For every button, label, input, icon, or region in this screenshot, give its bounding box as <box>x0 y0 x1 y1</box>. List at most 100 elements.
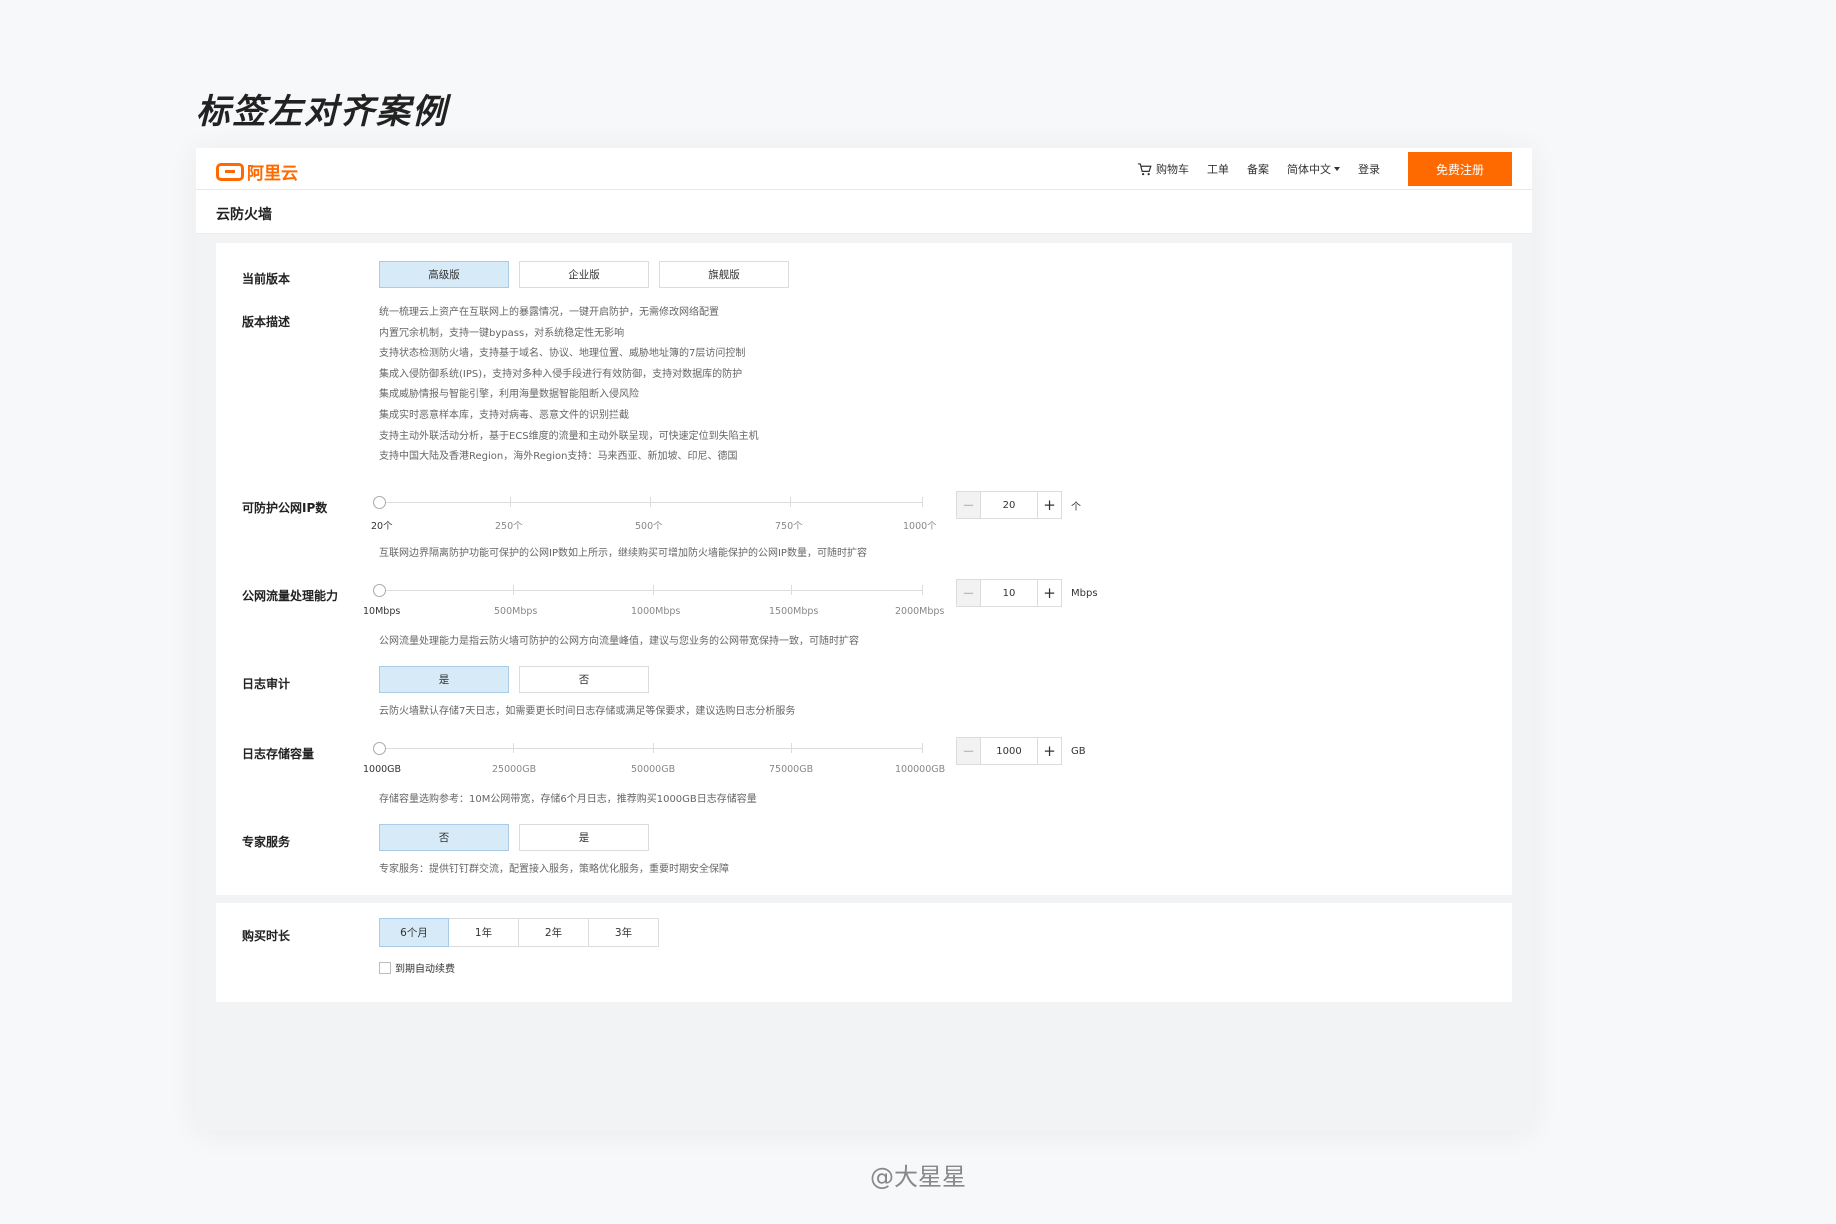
slider-tick <box>791 585 792 595</box>
watermark: @大星星 <box>870 1163 966 1191</box>
slider-tick <box>922 743 923 753</box>
public-ip-value[interactable]: 20 <box>981 492 1037 518</box>
minus-icon[interactable]: − <box>957 738 981 764</box>
nav-filing[interactable]: 备案 <box>1247 161 1269 177</box>
slider-tick <box>653 743 654 753</box>
version-option-enterprise[interactable]: 企业版 <box>519 261 649 288</box>
log-audit-option-no[interactable]: 否 <box>519 666 649 693</box>
description-line: 支持状态检测防火墙，支持基于域名、协议、地理位置、威胁地址簿的7层访问控制 <box>379 348 746 360</box>
duration-options: 6个月 1年 2年 3年 <box>379 918 659 947</box>
duration-option-2y[interactable]: 2年 <box>519 918 589 947</box>
log-audit-label: 日志审计 <box>242 677 291 691</box>
register-button[interactable]: 免费注册 <box>1408 152 1512 186</box>
chevron-down-icon <box>1334 167 1340 171</box>
slider-tick-label: 25000GB <box>492 764 537 775</box>
slider-tick <box>791 743 792 753</box>
slider-tick <box>653 585 654 595</box>
aliyun-logo[interactable]: 阿里云 <box>216 159 298 184</box>
log-storage-hint: 存储容量选购参考：10M公网带宽，存储6个月日志，推荐购买1000GB日志存储容… <box>379 794 757 805</box>
slider-tick-label: 100000GB <box>895 764 946 775</box>
duration-label: 购买时长 <box>242 929 291 943</box>
slider-track <box>379 748 923 749</box>
logo-text: 阿里云 <box>247 164 298 184</box>
cart-icon <box>1138 162 1152 175</box>
log-storage-stepper: − 1000 + GB <box>956 737 1086 765</box>
expert-label: 专家服务 <box>242 835 291 849</box>
slider-tick-label: 20个 <box>371 521 393 532</box>
duration-option-1y[interactable]: 1年 <box>449 918 519 947</box>
slider-handle[interactable] <box>373 584 386 597</box>
slider-tick <box>513 585 514 595</box>
slider-tick-label: 1000个 <box>903 521 937 532</box>
auto-renew-label: 到期自动续费 <box>395 964 455 975</box>
slider-handle[interactable] <box>373 742 386 755</box>
log-storage-label: 日志存储容量 <box>242 747 315 761</box>
nav-language-dropdown[interactable]: 简体中文 <box>1287 161 1340 177</box>
version-options: 高级版 企业版 旗舰版 <box>379 261 799 288</box>
bandwidth-value[interactable]: 10 <box>981 580 1037 606</box>
slider-tick-label: 500个 <box>635 521 663 532</box>
slider-tick-label: 1500Mbps <box>769 606 819 617</box>
description-line: 内置冗余机制，支持一键bypass，对系统稳定性无影响 <box>379 327 625 339</box>
log-audit-options: 是 否 <box>379 666 659 693</box>
nav-login[interactable]: 登录 <box>1358 161 1380 177</box>
plus-icon[interactable]: + <box>1037 738 1061 764</box>
slider-handle[interactable] <box>373 496 386 509</box>
slider-tick-label: 2000Mbps <box>895 606 945 617</box>
slider-tick <box>922 497 923 507</box>
bandwidth-stepper: − 10 + Mbps <box>956 579 1098 607</box>
slider-track <box>379 502 923 503</box>
bandwidth-slider[interactable]: 10Mbps 500Mbps 1000Mbps 1500Mbps 2000Mbp… <box>363 579 944 619</box>
description-line: 支持中国大陆及香港Region，海外Region支持：马来西亚、新加坡、印尼、德… <box>379 451 738 463</box>
plus-icon[interactable]: + <box>1037 580 1061 606</box>
bandwidth-label: 公网流量处理能力 <box>242 589 339 603</box>
bandwidth-hint: 公网流量处理能力是指云防火墙可防护的公网方向流量峰值，建议与您业务的公网带宽保持… <box>379 636 859 647</box>
public-ip-slider[interactable]: 20个 250个 500个 750个 1000个 <box>363 491 937 532</box>
expert-option-yes[interactable]: 是 <box>519 824 649 851</box>
slider-tick-label: 500Mbps <box>494 606 538 617</box>
minus-icon[interactable]: − <box>957 492 981 518</box>
slider-tick-label: 1000GB <box>363 764 402 775</box>
slider-tick <box>510 497 511 507</box>
top-navigation: 阿里云 购物车 工单 备案 简体中文 登录 免费注册 <box>196 148 1532 190</box>
public-ip-label: 可防护公网IP数 <box>242 501 328 515</box>
log-storage-value[interactable]: 1000 <box>981 738 1037 764</box>
purchase-panel: 购买时长 6个月 1年 2年 3年 到期自动续费 <box>216 903 1512 1002</box>
log-storage-slider[interactable]: 1000GB 25000GB 50000GB 75000GB 100000GB <box>363 737 945 777</box>
duration-option-3y[interactable]: 3年 <box>589 918 659 947</box>
description-line: 集成实时恶意样本库，支持对病毒、恶意文件的识别拦截 <box>379 409 629 421</box>
expert-option-no[interactable]: 否 <box>379 824 509 851</box>
nav-ticket[interactable]: 工单 <box>1207 161 1229 177</box>
log-audit-option-yes[interactable]: 是 <box>379 666 509 693</box>
bandwidth-unit: Mbps <box>1071 587 1098 599</box>
minus-icon[interactable]: − <box>957 580 981 606</box>
slider-track <box>379 590 923 591</box>
nav-cart-label: 购物车 <box>1156 163 1189 176</box>
public-ip-unit: 个 <box>1071 501 1081 513</box>
slider-tick <box>790 497 791 507</box>
logo-icon <box>216 162 244 181</box>
auto-renew-checkbox[interactable] <box>379 961 391 974</box>
version-label: 当前版本 <box>242 272 291 286</box>
auto-renew-row[interactable]: 到期自动续费 <box>379 960 455 975</box>
description-line: 集成入侵防御系统(IPS)，支持对多种入侵手段进行有效防御，支持对数据库的防护 <box>379 368 743 380</box>
slider-tick-label: 50000GB <box>631 764 676 775</box>
duration-option-6m[interactable]: 6个月 <box>379 918 449 947</box>
slider-tick-label: 250个 <box>495 521 523 532</box>
product-header: 云防火墙 <box>196 190 1532 234</box>
slider-tick-label: 10Mbps <box>363 606 401 617</box>
description-line: 集成威胁情报与智能引擎，利用海量数据智能阻断入侵风险 <box>379 389 639 401</box>
slider-tick <box>650 497 651 507</box>
plus-icon[interactable]: + <box>1037 492 1061 518</box>
nav-right: 购物车 工单 备案 简体中文 登录 免费注册 <box>1119 152 1512 186</box>
log-audit-hint: 云防火墙默认存储7天日志，如需要更长时间日志存储或满足等保要求，建议选购日志分析… <box>379 706 796 717</box>
version-option-advanced[interactable]: 高级版 <box>379 261 509 288</box>
slider-tick-label: 1000Mbps <box>631 606 681 617</box>
description-line: 支持主动外联活动分析，基于ECS维度的流量和主动外联呈现，可快速定位到失陷主机 <box>379 430 759 442</box>
slider-tick-label: 750个 <box>775 521 803 532</box>
public-ip-stepper: − 20 + 个 <box>956 491 1081 519</box>
description-text: 统一梳理云上资产在互联网上的暴露情况，一键开启防护，无需修改网络配置 内置冗余机… <box>379 303 759 468</box>
version-option-flagship[interactable]: 旗舰版 <box>659 261 789 288</box>
slider-tick <box>513 743 514 753</box>
nav-cart[interactable]: 购物车 <box>1137 161 1189 177</box>
